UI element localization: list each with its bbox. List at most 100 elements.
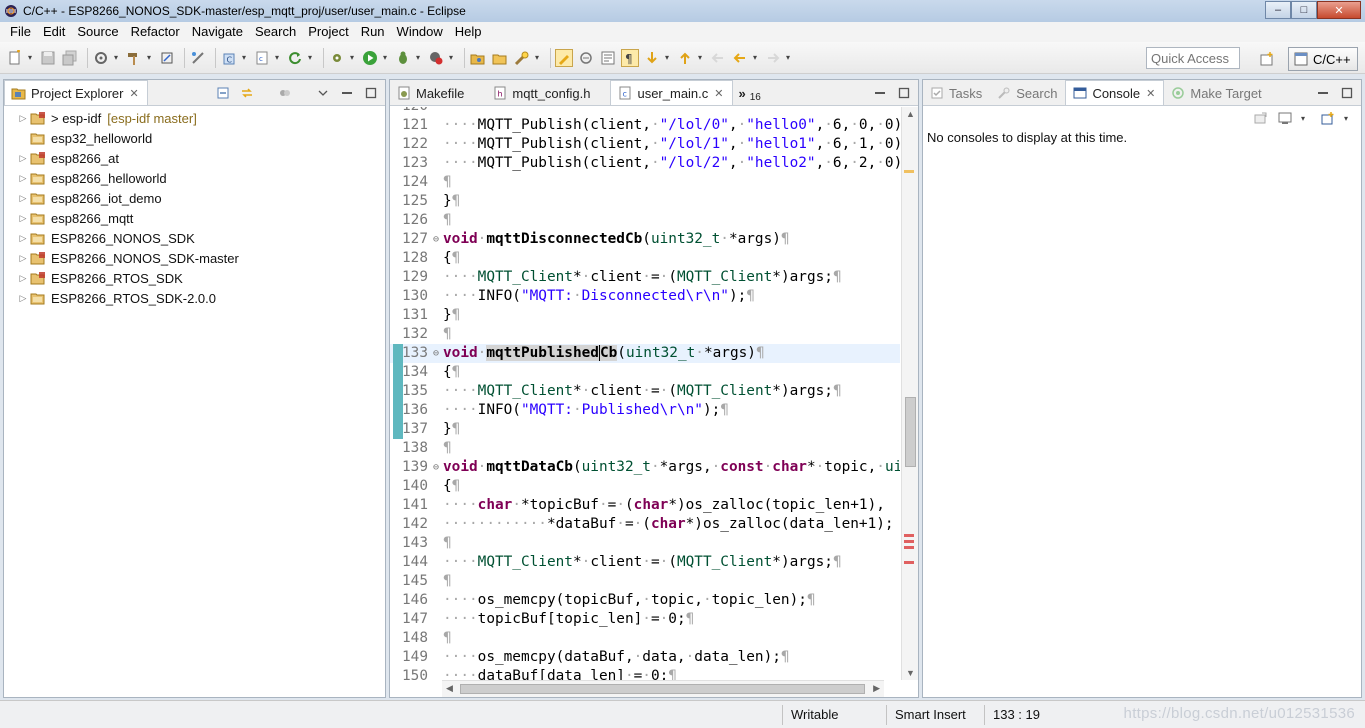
tree-item[interactable]: ▷ esp8266_at <box>4 148 385 168</box>
menu-run[interactable]: Run <box>355 22 391 42</box>
back-icon[interactable] <box>731 49 749 67</box>
menu-help[interactable]: Help <box>449 22 488 42</box>
tab-mqtt-config[interactable]: h mqtt_config.h <box>486 81 598 105</box>
open-folder-icon[interactable] <box>491 49 509 67</box>
new-source-icon[interactable]: c <box>253 49 271 67</box>
refresh-icon[interactable] <box>286 49 304 67</box>
expand-arrow-icon[interactable]: ▷ <box>16 233 30 244</box>
next-annotation-icon[interactable] <box>643 49 661 67</box>
quick-access-input[interactable] <box>1146 47 1240 69</box>
run-icon[interactable] <box>361 49 379 67</box>
search-flashlight-icon[interactable] <box>513 49 531 67</box>
fold-toggle-icon[interactable]: ⊖ <box>431 458 441 477</box>
debug-tools-icon[interactable] <box>189 49 207 67</box>
tree-item[interactable]: ▷ ESP8266_RTOS_SDK-2.0.0 <box>4 288 385 308</box>
tree-item[interactable]: esp32_helloworld <box>4 128 385 148</box>
save-all-icon[interactable] <box>61 49 79 67</box>
code-editor[interactable]: 120 121····MQTT_Publish(client,·"/lol/0"… <box>390 107 900 680</box>
display-console-icon[interactable] <box>1277 110 1293 126</box>
debug-icon[interactable] <box>394 49 412 67</box>
filter-icon[interactable] <box>277 85 293 101</box>
expand-arrow-icon[interactable]: ▷ <box>16 113 30 124</box>
tree-item[interactable]: ▷ esp8266_iot_demo <box>4 188 385 208</box>
view-menu-icon[interactable] <box>315 85 331 101</box>
minimize-view-icon[interactable] <box>339 85 355 101</box>
build-hammer-icon[interactable] <box>125 49 143 67</box>
tree-item[interactable]: ▷ esp8266_helloworld <box>4 168 385 188</box>
editor-horizontal-scrollbar[interactable]: ◀ ▶ <box>442 680 884 697</box>
tree-item[interactable]: ▷ > esp-idf [esp-idf master] <box>4 108 385 128</box>
menu-edit[interactable]: Edit <box>37 22 71 42</box>
open-console-icon[interactable] <box>1320 110 1336 126</box>
minimize-button[interactable]: – <box>1265 1 1291 19</box>
show-whitespace-icon[interactable]: ¶ <box>621 48 639 67</box>
tree-item[interactable]: ▷ ESP8266_RTOS_SDK <box>4 268 385 288</box>
new-class-icon[interactable]: C <box>220 49 238 67</box>
new-dropdown-icon[interactable]: ▾ <box>28 53 35 62</box>
open-console-dropdown-icon[interactable]: ▾ <box>1344 114 1351 123</box>
last-edit-icon[interactable] <box>709 49 727 67</box>
scroll-left-icon[interactable]: ◀ <box>446 683 453 694</box>
tab-console[interactable]: Console ✕ <box>1065 80 1165 105</box>
maximize-view-icon[interactable] <box>896 85 912 101</box>
error-marker[interactable] <box>904 540 914 543</box>
error-marker[interactable] <box>904 561 914 564</box>
tab-tasks[interactable]: Tasks <box>923 81 990 105</box>
pin-console-icon[interactable] <box>1253 110 1269 126</box>
expand-arrow-icon[interactable]: ▷ <box>16 193 30 204</box>
expand-arrow-icon[interactable]: ▷ <box>16 213 30 224</box>
menu-window[interactable]: Window <box>391 22 449 42</box>
open-perspective-icon[interactable] <box>1257 49 1277 69</box>
menu-refactor[interactable]: Refactor <box>125 22 186 42</box>
collapse-all-icon[interactable] <box>215 85 231 101</box>
open-type-icon[interactable] <box>469 49 487 67</box>
minimize-view-icon[interactable] <box>1315 85 1331 101</box>
expand-arrow-icon[interactable]: ▷ <box>16 173 30 184</box>
tree-item[interactable]: ▷ ESP8266_NONOS_SDK <box>4 228 385 248</box>
tree-item[interactable]: ▷ esp8266_mqtt <box>4 208 385 228</box>
link-with-editor-icon[interactable] <box>239 85 255 101</box>
minimize-view-icon[interactable] <box>872 85 888 101</box>
close-tab-icon[interactable]: ✕ <box>129 87 138 100</box>
tab-search[interactable]: Search <box>990 81 1065 105</box>
previous-annotation-icon[interactable] <box>676 49 694 67</box>
maximize-button[interactable]: □ <box>1291 1 1317 19</box>
tab-user-main[interactable]: c user_main.c ✕ <box>610 80 733 105</box>
error-marker[interactable] <box>904 546 914 549</box>
expand-arrow-icon[interactable]: ▷ <box>16 273 30 284</box>
close-tab-icon[interactable]: ✕ <box>714 87 723 100</box>
menu-search[interactable]: Search <box>249 22 302 42</box>
profile-icon[interactable] <box>427 49 445 67</box>
menu-project[interactable]: Project <box>302 22 354 42</box>
forward-icon[interactable] <box>764 49 782 67</box>
perspective-cpp-button[interactable]: C/C++ <box>1288 47 1358 71</box>
tab-project-explorer[interactable]: Project Explorer ✕ <box>4 80 148 105</box>
scroll-right-icon[interactable]: ▶ <box>873 683 880 694</box>
expand-arrow-icon[interactable]: ▷ <box>16 293 30 304</box>
close-button[interactable]: ✕ <box>1317 1 1361 19</box>
new-icon[interactable] <box>6 49 24 67</box>
tab-make-target[interactable]: Make Target <box>1164 81 1269 105</box>
expand-arrow-icon[interactable]: ▷ <box>16 253 30 264</box>
mark-occurrences-icon[interactable] <box>555 48 573 67</box>
gear-icon[interactable] <box>328 49 346 67</box>
maximize-view-icon[interactable] <box>363 85 379 101</box>
error-marker[interactable] <box>904 534 914 537</box>
close-tab-icon[interactable]: ✕ <box>1146 87 1155 100</box>
menu-source[interactable]: Source <box>71 22 124 42</box>
block-selection-icon[interactable] <box>577 49 595 67</box>
tree-item[interactable]: ▷ ESP8266_NONOS_SDK-master <box>4 248 385 268</box>
scroll-thumb[interactable] <box>460 684 865 694</box>
fold-toggle-icon[interactable]: ⊖ <box>431 344 441 363</box>
target-icon[interactable] <box>158 49 176 67</box>
menu-file[interactable]: File <box>4 22 37 42</box>
maximize-view-icon[interactable] <box>1339 85 1355 101</box>
tab-overflow[interactable]: » 16 <box>733 81 769 105</box>
tab-makefile[interactable]: Makefile <box>390 81 472 105</box>
menu-navigate[interactable]: Navigate <box>186 22 249 42</box>
build-settings-icon[interactable] <box>92 49 110 67</box>
display-console-dropdown-icon[interactable]: ▾ <box>1301 114 1308 123</box>
warning-marker[interactable] <box>904 170 914 173</box>
fold-toggle-icon[interactable]: ⊖ <box>431 230 441 249</box>
save-icon[interactable] <box>39 49 57 67</box>
